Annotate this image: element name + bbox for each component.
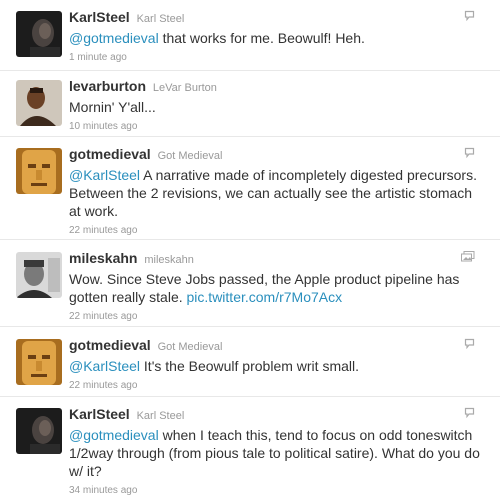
avatar-gotmedieval[interactable]	[16, 148, 62, 194]
tweet-body: Mornin' Y'all...	[69, 99, 156, 115]
tweet-item[interactable]: levarburton LeVar Burton Mornin' Y'all..…	[0, 71, 500, 137]
tweet-item[interactable]: KarlSteel Karl Steel @gotmedieval when I…	[0, 397, 500, 497]
tweet-text: @gotmedieval that works for me. Beowulf!…	[69, 29, 486, 47]
mention-link[interactable]: @KarlSteel	[69, 358, 140, 374]
timestamp[interactable]: 22 minutes ago	[69, 310, 137, 323]
tweet-item[interactable]: KarlSteel Karl Steel @gotmedieval that w…	[0, 0, 500, 71]
media-link[interactable]: pic.twitter.com/r7Mo7Acx	[187, 289, 343, 305]
tweet-item[interactable]: gotmedieval Got Medieval @KarlSteel A na…	[0, 137, 500, 240]
timestamp[interactable]: 34 minutes ago	[69, 484, 137, 497]
full-name: mileskahn	[144, 254, 194, 266]
reply-bubble-icon[interactable]	[464, 10, 475, 21]
avatar-karlsteel[interactable]	[16, 11, 62, 57]
full-name: Got Medieval	[157, 150, 223, 162]
timestamp[interactable]: 10 minutes ago	[69, 120, 137, 133]
avatar-levarburton[interactable]	[16, 80, 62, 126]
mention-link[interactable]: @gotmedieval	[69, 30, 159, 46]
tweet-timeline: KarlSteel Karl Steel @gotmedieval that w…	[0, 0, 500, 497]
reply-bubble-icon[interactable]	[464, 338, 475, 349]
mention-link[interactable]: @gotmedieval	[69, 427, 159, 443]
screen-name[interactable]: levarburton	[69, 78, 146, 94]
tweet-item[interactable]: mileskahn mileskahn Wow. Since Steve Job…	[0, 240, 500, 327]
mention-link[interactable]: @KarlSteel	[69, 167, 140, 183]
screen-name[interactable]: gotmedieval	[69, 337, 151, 353]
timestamp[interactable]: 1 minute ago	[69, 51, 127, 64]
avatar-mileskahn[interactable]	[16, 252, 62, 298]
reply-bubble-icon[interactable]	[464, 147, 475, 158]
avatar-gotmedieval[interactable]	[16, 339, 62, 385]
tweet-text: Wow. Since Steve Jobs passed, the Apple …	[69, 270, 486, 306]
full-name: Got Medieval	[157, 341, 223, 353]
tweet-text: @KarlSteel A narrative made of incomplet…	[69, 166, 486, 220]
tweet-body: It's the Beowulf problem writ small.	[140, 358, 359, 374]
screen-name[interactable]: KarlSteel	[69, 406, 130, 422]
screen-name[interactable]: gotmedieval	[69, 146, 151, 162]
full-name: Karl Steel	[136, 410, 185, 422]
media-icon[interactable]	[461, 251, 475, 262]
screen-name[interactable]: mileskahn	[69, 250, 137, 266]
tweet-body: that works for me. Beowulf! Heh.	[158, 30, 365, 46]
timestamp[interactable]: 22 minutes ago	[69, 379, 137, 392]
full-name: Karl Steel	[136, 13, 185, 25]
avatar-karlsteel[interactable]	[16, 408, 62, 454]
tweet-text: @gotmedieval when I teach this, tend to …	[69, 426, 486, 480]
full-name: LeVar Burton	[152, 82, 217, 94]
reply-bubble-icon[interactable]	[464, 407, 475, 418]
tweet-text: @KarlSteel It's the Beowulf problem writ…	[69, 357, 486, 375]
timestamp[interactable]: 22 minutes ago	[69, 224, 137, 237]
tweet-text: Mornin' Y'all...	[69, 98, 486, 116]
tweet-item[interactable]: gotmedieval Got Medieval @KarlSteel It's…	[0, 327, 500, 397]
screen-name[interactable]: KarlSteel	[69, 9, 130, 25]
